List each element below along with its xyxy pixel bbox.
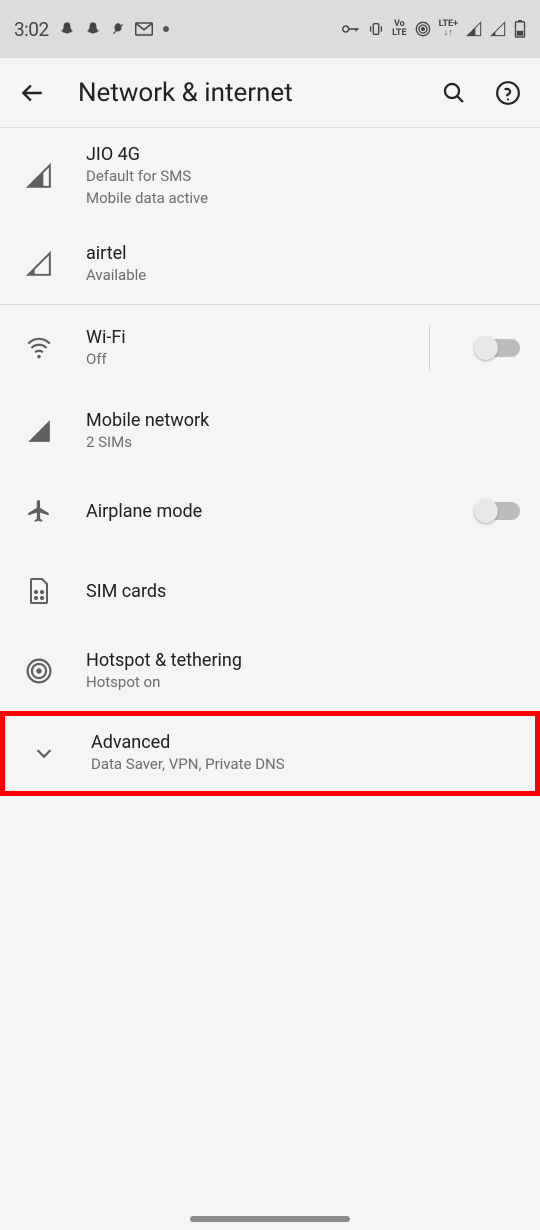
advanced-title: Advanced — [91, 732, 515, 753]
wifi-icon — [20, 337, 58, 359]
hotspot-icon — [20, 658, 58, 684]
signal-full-icon — [20, 418, 58, 444]
sim-cards-title: SIM cards — [86, 581, 520, 602]
wifi-title: Wi-Fi — [86, 327, 401, 348]
signal-icon — [20, 163, 58, 189]
airplane-icon — [20, 498, 58, 524]
sim-subtitle: Mobile data active — [86, 189, 520, 209]
dnd-icon — [111, 22, 125, 36]
mobile-title: Mobile network — [86, 410, 520, 431]
sim-title: airtel — [86, 243, 520, 264]
vertical-divider — [429, 326, 430, 370]
sim-subtitle: Default for SMS — [86, 167, 520, 187]
advanced-subtitle: Data Saver, VPN, Private DNS — [91, 755, 515, 775]
nav-handle[interactable] — [190, 1216, 350, 1222]
snapchat-icon — [85, 21, 101, 37]
mobile-subtitle: 2 SIMs — [86, 433, 520, 453]
airplane-row[interactable]: Airplane mode — [0, 471, 540, 551]
app-bar: Network & internet — [0, 58, 540, 128]
snapchat-icon — [59, 21, 75, 37]
gmail-icon — [135, 22, 153, 36]
signal-icon — [466, 21, 482, 37]
sim-subtitle: Available — [86, 266, 520, 286]
hotspot-row[interactable]: Hotspot & tethering Hotspot on — [0, 631, 540, 711]
airplane-title: Airplane mode — [86, 501, 448, 522]
wifi-subtitle: Off — [86, 350, 401, 370]
airplane-toggle[interactable] — [476, 502, 520, 520]
status-bar: 3:02 VoLTE LTE+↓↑ — [0, 0, 540, 58]
vibrate-icon — [368, 21, 384, 37]
hotspot-title: Hotspot & tethering — [86, 650, 520, 671]
advanced-row[interactable]: Advanced Data Saver, VPN, Private DNS — [0, 711, 540, 796]
sim-title: JIO 4G — [86, 144, 520, 165]
notification-dot-icon — [163, 26, 169, 32]
page-title: Network & internet — [78, 78, 440, 108]
mobile-network-row[interactable]: Mobile network 2 SIMs — [0, 391, 540, 471]
lte-icon: LTE+↓↑ — [439, 20, 458, 38]
back-icon[interactable] — [18, 79, 46, 107]
clock: 3:02 — [14, 18, 49, 41]
wifi-toggle[interactable] — [476, 339, 520, 357]
hotspot-subtitle: Hotspot on — [86, 673, 520, 693]
battery-icon — [514, 20, 526, 38]
search-icon[interactable] — [440, 79, 468, 107]
hotspot-icon — [415, 21, 431, 37]
sim-row-airtel[interactable]: airtel Available — [0, 224, 540, 304]
help-icon[interactable] — [494, 79, 522, 107]
signal-icon — [490, 21, 506, 37]
sim-row-jio[interactable]: JIO 4G Default for SMS Mobile data activ… — [0, 128, 540, 224]
wifi-row[interactable]: Wi-Fi Off — [0, 305, 540, 391]
chevron-down-icon — [25, 742, 63, 764]
key-icon — [342, 24, 360, 34]
sim-icon — [20, 578, 58, 604]
volte-icon: VoLTE — [392, 20, 407, 38]
signal-icon — [20, 251, 58, 277]
sim-cards-row[interactable]: SIM cards — [0, 551, 540, 631]
